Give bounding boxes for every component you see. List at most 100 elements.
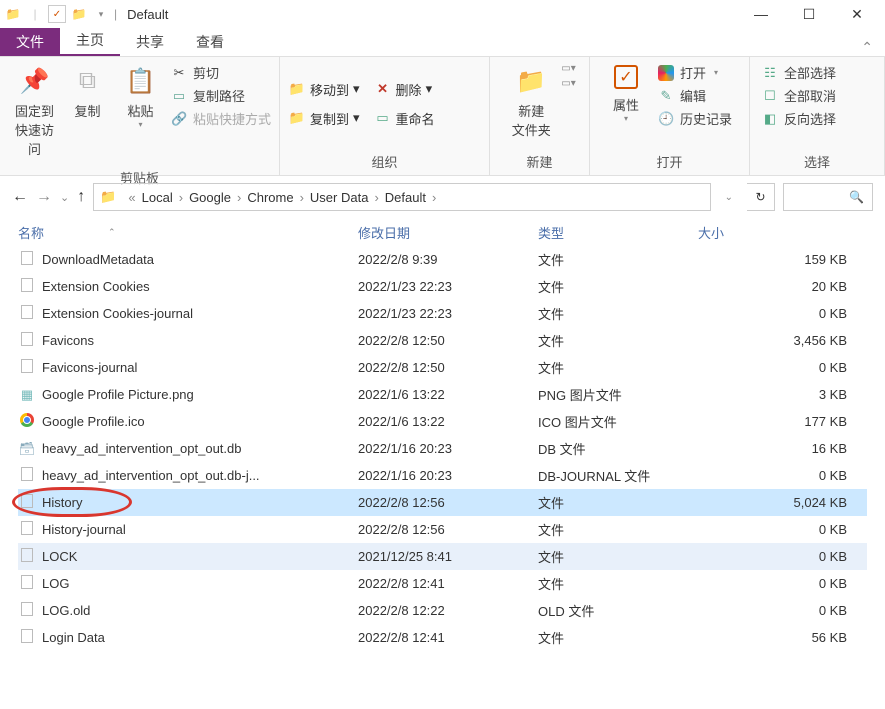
edit-button[interactable]: ✎编辑	[658, 86, 732, 105]
file-row[interactable]: ▦Google Profile Picture.png2022/1/6 13:2…	[18, 381, 867, 408]
select-none-label: 全部取消	[784, 86, 836, 105]
maximize-button[interactable]: ☐	[797, 6, 821, 23]
tab-home[interactable]: 主页	[60, 26, 120, 56]
chevron-right-icon[interactable]: ›	[432, 190, 436, 205]
close-button[interactable]: ✕	[845, 6, 869, 23]
new-item-icon[interactable]: ▭▾	[561, 63, 575, 74]
copy-button[interactable]: ⧉ 复制	[61, 63, 114, 122]
file-name: heavy_ad_intervention_opt_out.db	[42, 441, 242, 456]
breadcrumb-item[interactable]: Chrome	[247, 190, 293, 205]
scissors-icon: ✂	[171, 65, 187, 81]
up-button[interactable]: ↑	[77, 188, 85, 206]
invert-selection-button[interactable]: ◧反向选择	[762, 109, 836, 128]
file-row[interactable]: LOG.old2022/2/8 12:22OLD 文件0 KB	[18, 597, 867, 624]
file-size: 177 KB	[698, 414, 867, 429]
file-row[interactable]: Favicons-journal2022/2/8 12:50文件0 KB	[18, 354, 867, 381]
pin-quickaccess-button[interactable]: 📌 固定到 快速访问	[8, 63, 61, 160]
recent-locations-icon[interactable]: ⌄	[60, 191, 69, 204]
chevron-down-icon: ▾	[714, 68, 718, 77]
copy-to-button[interactable]: 📁复制到▾	[288, 109, 360, 128]
file-row[interactable]: heavy_ad_intervention_opt_out.db-j...202…	[18, 462, 867, 489]
breadcrumb-item[interactable]: Default	[385, 190, 426, 205]
file-row[interactable]: Extension Cookies2022/1/23 22:23文件20 KB	[18, 273, 867, 300]
file-row[interactable]: 🗃heavy_ad_intervention_opt_out.db2022/1/…	[18, 435, 867, 462]
file-row[interactable]: Login Data2022/2/8 12:41文件56 KB	[18, 624, 867, 651]
forward-button[interactable]: →	[36, 188, 52, 206]
file-row[interactable]: History-journal2022/2/8 12:56文件0 KB	[18, 516, 867, 543]
title-separator: |	[114, 7, 117, 21]
file-date: 2022/1/23 22:23	[358, 279, 538, 294]
easy-access-icon[interactable]: ▭▾	[561, 78, 575, 89]
paste-shortcut-button[interactable]: 🔗粘贴快捷方式	[171, 109, 271, 128]
file-name: LOG.old	[42, 603, 90, 618]
history-button[interactable]: 🕘历史记录	[658, 109, 732, 128]
properties-button[interactable]: ✓ 属性 ▾	[598, 63, 654, 125]
file-date: 2022/1/16 20:23	[358, 441, 538, 456]
properties-icon[interactable]: ✓	[48, 5, 66, 23]
file-row[interactable]: LOCK2021/12/25 8:41文件0 KB	[18, 543, 867, 570]
copy-path-button[interactable]: ▭复制路径	[171, 86, 271, 105]
file-icon-wrap	[18, 548, 36, 565]
file-row[interactable]: DownloadMetadata2022/2/8 9:39文件159 KB	[18, 246, 867, 273]
select-all-button[interactable]: ☷全部选择	[762, 63, 836, 82]
chevron-right-icon[interactable]: ›	[300, 190, 304, 205]
address-dropdown-icon[interactable]: ⌄	[719, 192, 739, 203]
file-size: 5,024 KB	[698, 495, 867, 510]
breadcrumb-overflow[interactable]: «	[128, 190, 135, 205]
qat-dropdown-icon[interactable]: ▾	[92, 5, 110, 23]
folder-icon: 📁	[4, 5, 22, 23]
chevron-right-icon[interactable]: ›	[374, 190, 378, 205]
column-name[interactable]: 名称⌃	[18, 223, 358, 242]
file-row[interactable]: Favicons2022/2/8 12:50文件3,456 KB	[18, 327, 867, 354]
file-icon	[21, 278, 33, 292]
file-icon-wrap	[18, 413, 36, 430]
file-name: LOCK	[42, 549, 77, 564]
file-icon-wrap	[18, 629, 36, 646]
file-row[interactable]: History2022/2/8 12:56文件5,024 KB	[18, 489, 867, 516]
file-icon-wrap: ▦	[18, 387, 36, 403]
chevron-right-icon[interactable]: ›	[237, 190, 241, 205]
tab-file[interactable]: 文件	[0, 28, 60, 56]
file-type: 文件	[538, 628, 698, 647]
delete-button[interactable]: ✕删除▾	[374, 80, 433, 99]
select-all-icon: ☷	[762, 65, 778, 81]
breadcrumb-item[interactable]: User Data	[310, 190, 369, 205]
file-icon	[21, 305, 33, 319]
minimize-button[interactable]: —	[749, 6, 773, 23]
column-size[interactable]: 大小	[698, 223, 867, 242]
file-type: 文件	[538, 547, 698, 566]
window-controls: — ☐ ✕	[749, 6, 881, 23]
search-input[interactable]: 🔍	[783, 183, 873, 211]
file-row[interactable]: Extension Cookies-journal2022/1/23 22:23…	[18, 300, 867, 327]
file-type: 文件	[538, 574, 698, 593]
column-date[interactable]: 修改日期	[358, 223, 538, 242]
chevron-right-icon[interactable]: ›	[179, 190, 183, 205]
invert-label: 反向选择	[784, 109, 836, 128]
check-icon: ✓	[614, 65, 638, 89]
tab-share[interactable]: 共享	[120, 28, 180, 56]
file-size: 3 KB	[698, 387, 867, 402]
select-none-button[interactable]: ☐全部取消	[762, 86, 836, 105]
new-folder-button[interactable]: 📁 新建 文件夹	[503, 63, 559, 141]
tab-view[interactable]: 查看	[180, 28, 240, 56]
cut-button[interactable]: ✂剪切	[171, 63, 271, 82]
file-date: 2022/2/8 12:41	[358, 630, 538, 645]
file-date: 2022/1/6 13:22	[358, 387, 538, 402]
refresh-button[interactable]: ↻	[747, 183, 775, 211]
paste-button[interactable]: 📋 粘贴 ▾	[114, 63, 167, 131]
back-button[interactable]: ←	[12, 188, 28, 206]
pin-label: 固定到 快速访问	[10, 101, 59, 158]
file-type: PNG 图片文件	[538, 385, 698, 404]
move-to-button[interactable]: 📁移动到▾	[288, 80, 360, 99]
file-row[interactable]: LOG2022/2/8 12:41文件0 KB	[18, 570, 867, 597]
column-type[interactable]: 类型	[538, 223, 698, 242]
collapse-ribbon-icon[interactable]: ⌃	[849, 39, 885, 56]
rename-button[interactable]: ▭重命名	[374, 109, 435, 128]
chrome-icon	[20, 413, 34, 427]
file-row[interactable]: Google Profile.ico2022/1/6 13:22ICO 图片文件…	[18, 408, 867, 435]
folder-icon[interactable]: 📁	[70, 5, 88, 23]
breadcrumb-item[interactable]: Google	[189, 190, 231, 205]
breadcrumb[interactable]: 📁 «Local›Google›Chrome›User Data›Default…	[93, 183, 710, 211]
open-button[interactable]: 打开▾	[658, 63, 732, 82]
breadcrumb-item[interactable]: Local	[142, 190, 173, 205]
